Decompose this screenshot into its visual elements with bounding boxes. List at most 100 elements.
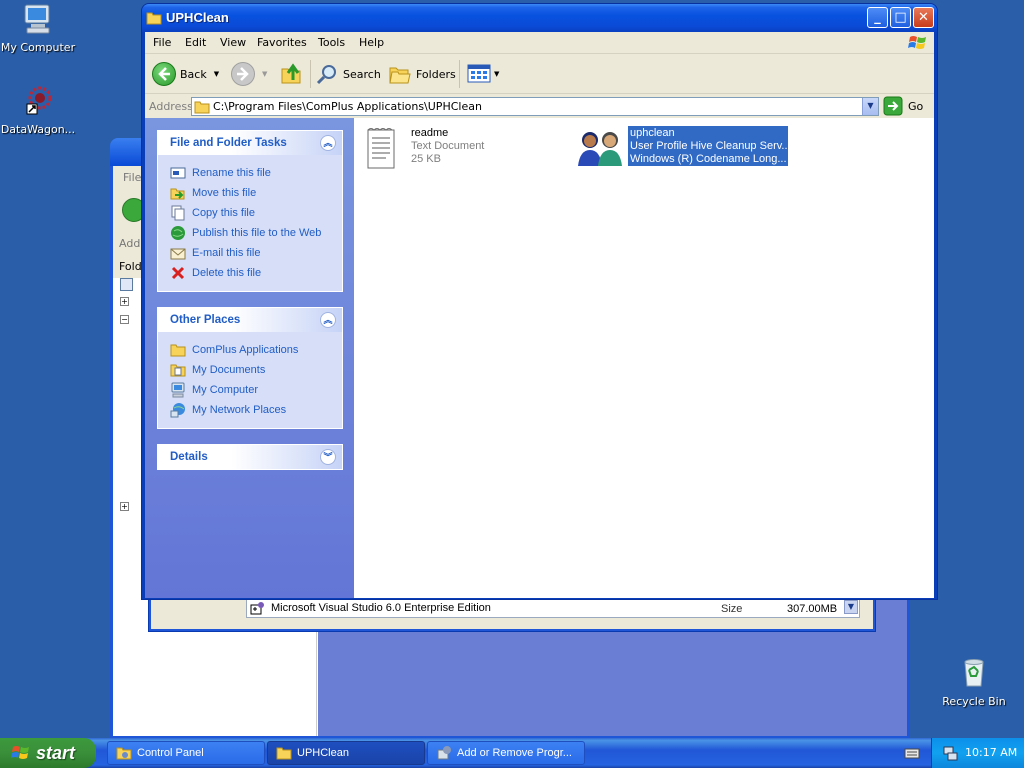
program-name: Microsoft Visual Studio 6.0 Enterprise E… <box>271 602 491 614</box>
folder-icon <box>276 747 292 760</box>
place-label: My Network Places <box>192 404 287 416</box>
start-label: start <box>36 742 76 763</box>
file-item-readme[interactable]: readme Text Document 25 KB <box>366 124 566 170</box>
address-bar: Address C:\Program Files\ComPlus Applica… <box>145 94 934 118</box>
task-rename[interactable]: Rename this file <box>170 165 271 181</box>
toolbar-separator <box>459 60 460 88</box>
tree-item[interactable] <box>120 278 133 291</box>
start-button[interactable]: start <box>0 738 96 768</box>
up-folder-icon <box>281 63 301 84</box>
go-arrow-icon <box>883 96 903 116</box>
address-dropdown-button[interactable]: ▼ <box>862 98 878 115</box>
menu-view[interactable]: View <box>220 36 246 49</box>
file-description: User Profile Hive Cleanup Serv... <box>630 140 791 152</box>
task-delete[interactable]: Delete this file <box>170 265 261 281</box>
place-label: My Documents <box>192 364 266 376</box>
task-email[interactable]: E-mail this file <box>170 245 260 261</box>
taskbar-item-control-panel[interactable]: Control Panel <box>107 741 265 765</box>
taskbar-label: UPHClean <box>297 747 349 759</box>
views-icon <box>467 64 491 83</box>
menu-tools[interactable]: Tools <box>318 36 345 49</box>
explorer-window-uphclean[interactable]: UPHClean _ □ ✕ File Edit View Favorites … <box>141 3 938 600</box>
taskbar: start Control Panel UPHClean Add or Remo… <box>0 738 1024 768</box>
panel-title: Other Places <box>170 314 241 326</box>
network-tray-icon[interactable] <box>942 745 958 761</box>
program-size-value: 307.00MB <box>787 603 838 615</box>
add-remove-programs-icon <box>437 746 451 760</box>
clock[interactable]: 10:17 AM <box>965 746 1017 759</box>
taskbar-item-uphclean[interactable]: UPHClean <box>267 741 425 765</box>
place-label: My Computer <box>192 384 259 396</box>
menu-edit[interactable]: Edit <box>185 36 206 49</box>
details-header[interactable]: Details ︾ <box>158 445 342 469</box>
desktop-icon-my-computer[interactable]: My Computer <box>0 2 78 54</box>
window-title: UPHClean <box>166 10 229 25</box>
bg-menu-file[interactable]: File <box>123 171 141 184</box>
panel-title: Details <box>170 451 208 463</box>
minimize-button[interactable]: _ <box>867 7 888 28</box>
other-places-header[interactable]: Other Places ︽ <box>158 308 342 332</box>
task-label: Move this file <box>192 187 257 199</box>
menu-help[interactable]: Help <box>359 36 384 49</box>
desktop-icon-datawagon[interactable]: DataWagon... <box>0 84 78 136</box>
close-button[interactable]: ✕ <box>913 7 934 28</box>
details-panel: Details ︾ <box>157 444 343 470</box>
go-label: Go <box>908 99 924 113</box>
task-move[interactable]: Move this file <box>170 185 256 201</box>
taskbar-label: Control Panel <box>137 747 204 759</box>
place-my-network-places[interactable]: My Network Places <box>170 402 286 418</box>
place-my-computer[interactable]: My Computer <box>170 382 258 398</box>
taskbar-item-add-remove-programs[interactable]: Add or Remove Progr... <box>427 741 585 765</box>
back-button[interactable]: Back ▼ <box>152 60 219 88</box>
place-label: ComPlus Applications <box>192 344 299 356</box>
back-dropdown-icon[interactable]: ▼ <box>214 70 219 78</box>
rename-icon <box>170 167 186 179</box>
maximize-button[interactable]: □ <box>890 7 911 28</box>
folders-button[interactable]: Folders <box>388 60 456 88</box>
task-copy[interactable]: Copy this file <box>170 205 255 221</box>
search-button[interactable]: Search <box>315 60 381 88</box>
expand-chevron-icon[interactable]: ︾ <box>320 449 336 465</box>
program-expand-button[interactable]: ▼ <box>844 600 858 614</box>
views-dropdown-icon: ▼ <box>494 70 500 78</box>
panel-title: File and Folder Tasks <box>170 137 287 149</box>
system-tray: 10:17 AM <box>931 738 1024 768</box>
search-icon <box>316 65 336 85</box>
file-name: uphclean <box>630 127 675 139</box>
back-arrow-icon <box>152 62 176 86</box>
menu-favorites[interactable]: Favorites <box>257 36 307 49</box>
file-item-uphclean[interactable]: uphclean User Profile Hive Cleanup Serv.… <box>576 124 806 170</box>
tree-collapse-icon[interactable]: − <box>120 315 129 324</box>
collapse-chevron-icon[interactable]: ︽ <box>320 135 336 151</box>
program-size-label: Size <box>721 603 743 615</box>
desktop-icon-label: Recycle Bin <box>942 695 1006 708</box>
desktop-icon-label: My Computer <box>0 41 76 54</box>
menu-file[interactable]: File <box>153 36 171 49</box>
forward-button[interactable]: ▼ <box>231 60 267 88</box>
place-my-documents[interactable]: My Documents <box>170 362 265 378</box>
delete-icon <box>171 266 185 280</box>
task-publish[interactable]: Publish this file to the Web <box>170 225 321 241</box>
place-complus-applications[interactable]: ComPlus Applications <box>170 342 298 358</box>
up-folder-button[interactable] <box>280 60 304 88</box>
collapse-chevron-icon[interactable]: ︽ <box>320 312 336 328</box>
go-button[interactable]: Go <box>883 96 923 116</box>
program-list-row[interactable]: Microsoft Visual Studio 6.0 Enterprise E… <box>246 598 860 618</box>
bg-address-label: Add <box>119 237 141 250</box>
folders-label: Folders <box>416 67 456 81</box>
file-folder-tasks-header[interactable]: File and Folder Tasks ︽ <box>158 131 342 155</box>
folders-icon <box>389 67 411 84</box>
views-button[interactable]: ▼ <box>467 60 499 88</box>
address-input[interactable]: C:\Program Files\ComPlus Applications\UP… <box>191 97 879 116</box>
desktop-icon-recycle-bin[interactable]: Recycle Bin <box>934 656 1014 708</box>
task-label: Publish this file to the Web <box>192 227 322 239</box>
tree-expand-icon[interactable]: + <box>120 297 129 306</box>
toolbar-separator <box>310 60 311 88</box>
computer-icon <box>171 382 185 398</box>
email-icon <box>170 248 186 260</box>
file-folder-tasks-panel: File and Folder Tasks ︽ Rename this file… <box>157 130 343 292</box>
keyboard-icon[interactable] <box>904 746 920 760</box>
window-titlebar[interactable]: UPHClean _ □ ✕ <box>142 4 937 32</box>
tree-expand-icon[interactable]: + <box>120 502 129 511</box>
forward-dropdown-icon[interactable]: ▼ <box>262 70 267 78</box>
